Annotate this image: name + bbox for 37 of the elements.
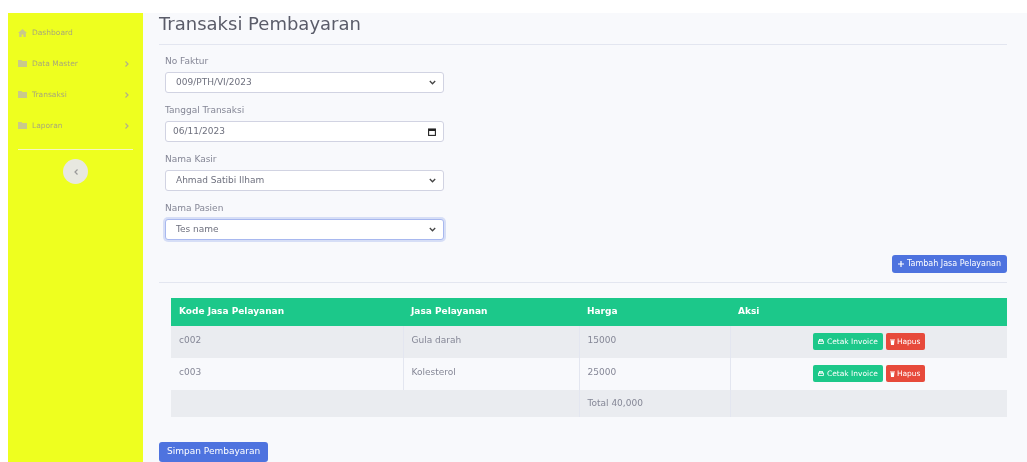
sidebar-toggle-button[interactable] — [63, 159, 88, 184]
total-amount: Total 40,000 — [587, 397, 643, 408]
trash-icon — [889, 338, 895, 345]
printer-icon — [817, 370, 824, 377]
folder-icon — [18, 91, 27, 98]
table-cell: c002 — [179, 335, 202, 345]
table-cell: Gula darah — [411, 335, 462, 345]
field-label: Nama Kasir — [165, 153, 218, 166]
printer-icon — [817, 338, 824, 345]
column-header: Kode Jasa Pelayanan — [171, 298, 403, 326]
trash-icon — [889, 370, 895, 377]
table-cell: 25000 — [587, 367, 617, 377]
select-field[interactable]: 009/PTH/VI/2023 — [165, 72, 444, 93]
table-cell: c003 — [179, 367, 202, 377]
chevron-left-icon — [73, 168, 78, 175]
page-title: Transaksi Pembayaran — [159, 13, 362, 36]
folder-icon — [18, 122, 27, 129]
column-header: Harga — [579, 298, 730, 326]
home-icon — [18, 28, 27, 37]
field-label: Nama Pasien — [165, 202, 225, 215]
calendar-icon — [428, 127, 436, 136]
folder-icon — [18, 60, 27, 67]
select-field[interactable]: Tes name — [165, 219, 444, 240]
table-cell: Kolesterol — [411, 367, 456, 377]
chevron-down-icon — [429, 227, 436, 232]
plus-icon — [898, 261, 904, 267]
column-header: Jasa Pelayanan — [403, 298, 579, 326]
field-label: Tanggal Transaksi — [165, 104, 246, 117]
field-label: No Faktur — [165, 55, 210, 68]
date-field[interactable]: 06/11/2023 — [165, 121, 444, 142]
column-header: Aksi — [730, 298, 1007, 326]
chevron-down-icon — [429, 178, 436, 183]
chevron-down-icon — [429, 80, 436, 85]
add-service-button[interactable]: Tambah Jasa Pelayanan — [892, 255, 1007, 273]
select-field[interactable]: Ahmad Satibi Ilham — [165, 170, 444, 191]
table-cell: 15000 — [587, 335, 617, 345]
save-payment-button[interactable]: Simpan Pembayaran — [159, 441, 269, 462]
